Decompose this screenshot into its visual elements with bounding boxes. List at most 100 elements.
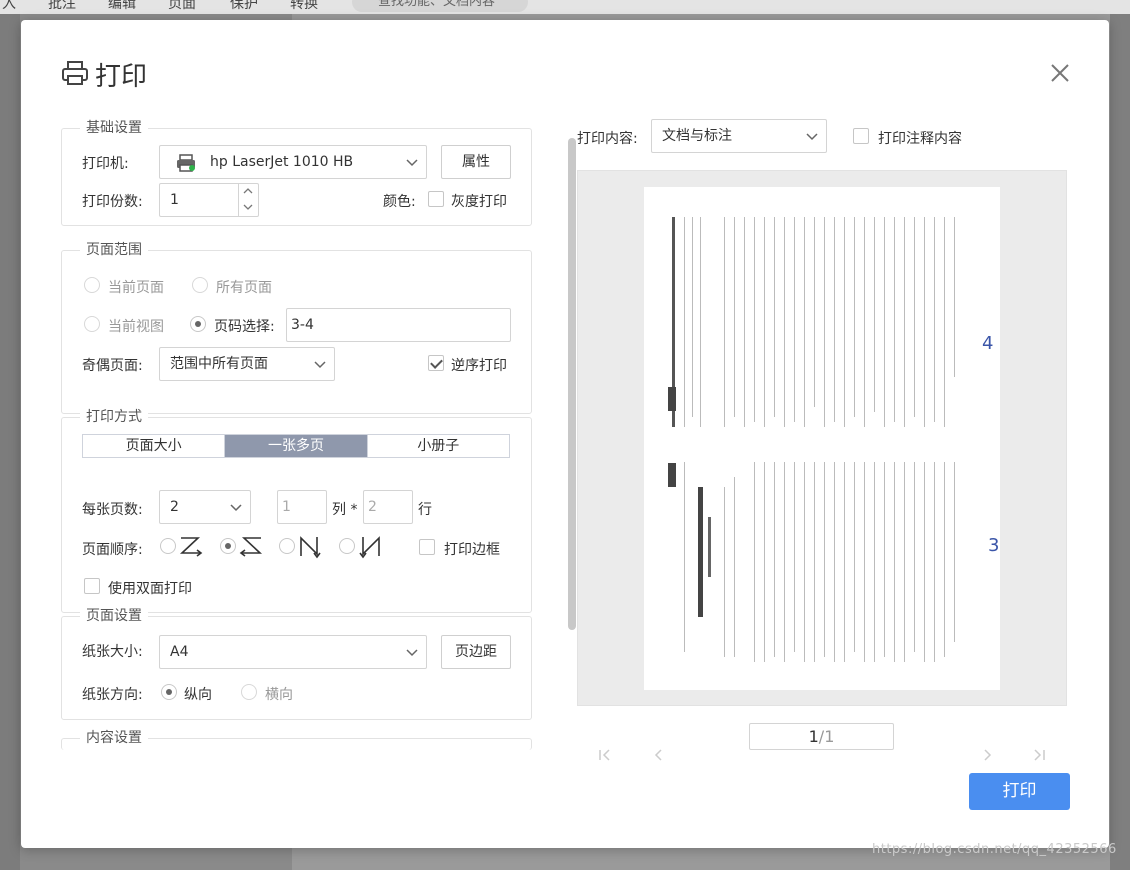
properties-button[interactable]: 属性: [441, 145, 511, 179]
watermark-text: https://blog.csdn.net/qq_42352566: [872, 842, 1117, 857]
app-left-edge: [0, 14, 20, 870]
close-icon[interactable]: [1047, 60, 1073, 86]
app-toolbar: 入 批注 编辑 页面 保护 转换 查找功能、文档内容: [0, 0, 1130, 14]
print-content-select[interactable]: 文档与标注: [651, 119, 827, 153]
content-settings-group: 内容设置: [61, 727, 532, 750]
grayscale-checkbox[interactable]: [428, 191, 444, 207]
print-border-checkbox[interactable]: [419, 539, 435, 555]
printer-device-icon: [177, 154, 195, 172]
last-page-icon[interactable]: [1031, 747, 1047, 763]
printer-select[interactable]: hp LaserJet 1010 HB: [159, 145, 427, 179]
copies-stepper[interactable]: 1: [159, 183, 259, 217]
pages-per-sheet-label: 每张页数:: [82, 502, 143, 518]
print-button[interactable]: 打印: [969, 773, 1070, 810]
columns-label: 列 *: [332, 502, 358, 518]
printer-value: hp LaserJet 1010 HB: [210, 154, 354, 170]
print-mode-tabs: 页面大小 一张多页 小册子: [82, 434, 510, 458]
first-page-icon[interactable]: [597, 747, 613, 763]
columns-value: 1: [282, 499, 291, 515]
page-select-value: 3-4: [291, 317, 314, 333]
tab-page-size[interactable]: 页面大小: [83, 435, 226, 457]
print-preview: 4 3: [577, 170, 1067, 706]
page-setup-legend: 页面设置: [80, 605, 148, 625]
page-indicator[interactable]: 1/1: [749, 723, 894, 750]
chevron-down-icon: [406, 159, 418, 167]
preview-sheet: [644, 187, 1000, 690]
columns-input[interactable]: 1: [277, 490, 327, 524]
basic-settings-group: 基础设置 打印机: hp LaserJet 1010 HB 属性 打印份数: 1…: [61, 117, 532, 226]
pages-per-sheet-select[interactable]: 2: [159, 490, 251, 524]
print-mode-group: 打印方式 页面大小 一张多页 小册子 每张页数: 2 1 列 * 2 行 页面顺…: [61, 406, 532, 613]
paper-size-label: 纸张大小:: [82, 644, 143, 660]
print-annotations-label: 打印注释内容: [878, 131, 962, 147]
chevron-down-icon[interactable]: [243, 203, 253, 211]
order-n-vertical-icon: [300, 536, 321, 559]
print-mode-legend: 打印方式: [80, 406, 148, 426]
page-select-input[interactable]: 3-4: [286, 308, 511, 342]
dialog-title: 打印: [95, 62, 148, 92]
current-view-radio[interactable]: [84, 316, 100, 332]
search-box[interactable]: 查找功能、文档内容: [352, 0, 528, 12]
landscape-radio[interactable]: [241, 684, 257, 700]
all-pages-radio[interactable]: [192, 277, 208, 293]
print-border-label: 打印边框: [444, 542, 500, 558]
duplex-checkbox[interactable]: [84, 578, 100, 594]
menu-item[interactable]: 保护: [230, 0, 258, 13]
odd-even-value: 范围中所有页面: [170, 356, 268, 372]
print-dialog: 打印 基础设置 打印机: hp LaserJet 1010 HB 属性 打印份数…: [21, 20, 1109, 848]
order-option-2-radio[interactable]: [220, 538, 236, 554]
paper-size-value: A4: [170, 644, 189, 660]
current-page-label: 当前页面: [108, 280, 164, 296]
tab-multi-page[interactable]: 一张多页: [225, 435, 368, 457]
page-range-group: 页面范围 当前页面 所有页面 当前视图 页码选择: 3-4 奇偶页面: 范围中所…: [61, 239, 532, 414]
chevron-up-icon[interactable]: [243, 187, 253, 195]
page-select-label: 页码选择:: [214, 319, 275, 335]
order-option-1-radio[interactable]: [160, 538, 176, 554]
prev-page-icon[interactable]: [651, 747, 667, 763]
print-annotations-checkbox[interactable]: [853, 128, 869, 144]
order-n-reverse-icon: [359, 536, 380, 559]
content-settings-legend: 内容设置: [80, 727, 148, 747]
search-placeholder: 查找功能、文档内容: [378, 0, 496, 9]
next-page-icon[interactable]: [979, 747, 995, 763]
rows-value: 2: [368, 499, 377, 515]
menu-item[interactable]: 批注: [48, 0, 76, 13]
reverse-print-label: 逆序打印: [451, 358, 507, 374]
grayscale-label: 灰度打印: [451, 194, 507, 210]
order-z-horizontal-icon: [179, 537, 203, 557]
chevron-down-icon: [406, 649, 418, 657]
portrait-label: 纵向: [184, 687, 212, 703]
page-setup-group: 页面设置 纸张大小: A4 页边距 纸张方向: 纵向 横向: [61, 605, 532, 720]
page-select-radio[interactable]: [190, 316, 206, 332]
preview-pages-graphic: [668, 217, 955, 662]
order-option-3-radio[interactable]: [279, 538, 295, 554]
rows-label: 行: [418, 502, 432, 518]
color-label: 颜色:: [383, 194, 416, 210]
orientation-label: 纸张方向:: [82, 687, 143, 703]
reverse-print-checkbox[interactable]: [428, 355, 444, 371]
print-content-label: 打印内容:: [577, 131, 638, 147]
chevron-down-icon: [230, 504, 242, 512]
order-option-4-radio[interactable]: [339, 538, 355, 554]
odd-even-label: 奇偶页面:: [82, 358, 143, 374]
menu-item[interactable]: 页面: [168, 0, 196, 13]
menu-item[interactable]: 转换: [290, 0, 318, 13]
portrait-radio[interactable]: [161, 684, 177, 700]
odd-even-select[interactable]: 范围中所有页面: [159, 347, 335, 381]
paper-size-select[interactable]: A4: [159, 635, 427, 669]
landscape-label: 横向: [265, 687, 293, 703]
menu-item[interactable]: 入: [2, 0, 16, 13]
menu-item[interactable]: 编辑: [108, 0, 136, 13]
basic-settings-legend: 基础设置: [80, 117, 148, 137]
copies-value: 1: [170, 192, 179, 208]
tab-booklet[interactable]: 小册子: [368, 435, 509, 457]
print-content-value: 文档与标注: [662, 128, 732, 144]
current-page-radio[interactable]: [84, 277, 100, 293]
page-range-legend: 页面范围: [80, 239, 148, 259]
printer-icon: [62, 61, 88, 85]
settings-scrollbar[interactable]: [568, 138, 576, 630]
rows-input[interactable]: 2: [363, 490, 413, 524]
total-pages: /1: [818, 727, 835, 746]
margins-button[interactable]: 页边距: [441, 635, 511, 669]
all-pages-label: 所有页面: [216, 280, 272, 296]
